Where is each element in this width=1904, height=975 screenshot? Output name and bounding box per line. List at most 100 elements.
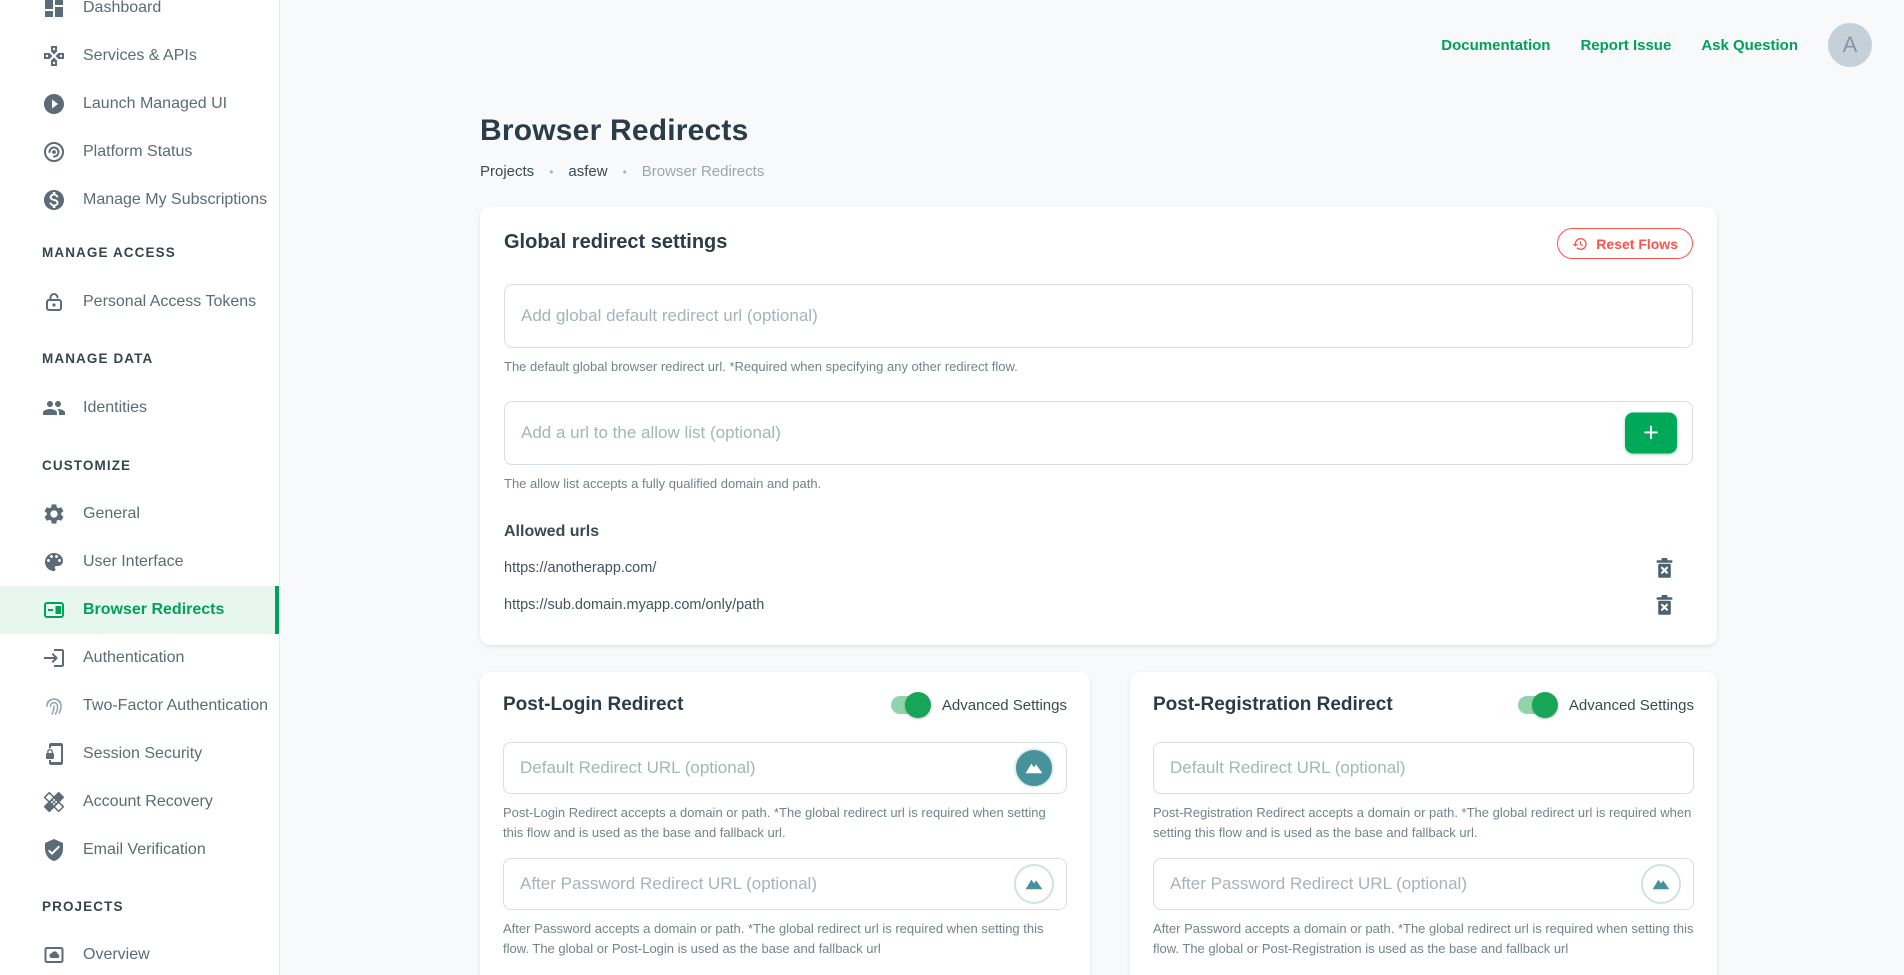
- flow-variable-mountain-icon[interactable]: [1641, 864, 1681, 904]
- global-default-redirect-url-input[interactable]: [504, 284, 1693, 348]
- people-icon: [42, 396, 66, 420]
- sidebar-item-label: Identities: [83, 399, 147, 417]
- post-registration-redirect-card: Post-Registration Redirect Advanced Sett…: [1130, 672, 1717, 975]
- services-apis-icon: [42, 44, 66, 68]
- sidebar-item-services-apis[interactable]: Services & APIs: [0, 32, 279, 80]
- browser-window-icon: [42, 598, 66, 622]
- avatar-letter: A: [1843, 32, 1858, 58]
- history-icon: [1572, 236, 1588, 252]
- sidebar-item-session-security[interactable]: Session Security: [0, 730, 279, 778]
- post-login-advanced-settings-toggle[interactable]: [891, 696, 929, 714]
- toggle-knob: [905, 692, 931, 718]
- allowed-url-row: https://sub.domain.myapp.com/only/path: [504, 595, 1693, 615]
- sidebar: Dashboard Services & APIs Launch Managed…: [0, 0, 280, 975]
- post-login-after-password-help: After Password accepts a domain or path.…: [503, 919, 1067, 958]
- gear-icon: [42, 502, 66, 526]
- lock-icon: [42, 290, 66, 314]
- healing-icon: [42, 790, 66, 814]
- sidebar-item-label: Services & APIs: [83, 47, 197, 65]
- avatar[interactable]: A: [1828, 23, 1872, 67]
- sidebar-item-platform-status[interactable]: Platform Status: [0, 128, 279, 176]
- login-arrow-icon: [42, 646, 66, 670]
- palette-icon: [42, 550, 66, 574]
- sidebar-item-manage-subscriptions[interactable]: Manage My Subscriptions: [0, 176, 279, 224]
- sidebar-item-label: Session Security: [83, 745, 202, 763]
- sidebar-item-identities[interactable]: Identities: [0, 384, 279, 432]
- platform-status-icon: [42, 140, 66, 164]
- main-content: Browser Redirects Projects • asfew • Bro…: [480, 0, 1717, 645]
- post-registration-after-password-redirect-url-input[interactable]: [1153, 858, 1694, 910]
- sidebar-item-label: Authentication: [83, 649, 184, 667]
- documentation-link[interactable]: Documentation: [1441, 37, 1550, 54]
- reset-flows-button[interactable]: Reset Flows: [1557, 228, 1693, 259]
- flow-variable-mountain-icon[interactable]: [1014, 748, 1054, 788]
- sidebar-item-launch-managed-ui[interactable]: Launch Managed UI: [0, 80, 279, 128]
- dashboard-icon: [42, 0, 66, 20]
- allow-list-help: The allow list accepts a fully qualified…: [504, 474, 1693, 494]
- breadcrumb-projects[interactable]: Projects: [480, 163, 534, 180]
- advanced-settings-label: Advanced Settings: [942, 697, 1067, 714]
- delete-url-icon[interactable]: [1656, 595, 1673, 615]
- ask-question-link[interactable]: Ask Question: [1701, 37, 1798, 54]
- sidebar-item-label: Dashboard: [83, 0, 161, 17]
- post-login-redirect-card: Post-Login Redirect Advanced Settings Po…: [480, 672, 1090, 975]
- sidebar-section-customize: CUSTOMIZE: [0, 455, 279, 475]
- global-redirect-settings-card: Global redirect settings Reset Flows The…: [480, 207, 1717, 645]
- sidebar-item-general[interactable]: General: [0, 490, 279, 538]
- sidebar-item-email-verification[interactable]: Email Verification: [0, 826, 279, 874]
- shield-check-icon: [42, 838, 66, 862]
- toggle-knob: [1532, 692, 1558, 718]
- sidebar-item-authentication[interactable]: Authentication: [0, 634, 279, 682]
- flow-variable-mountain-icon[interactable]: [1014, 864, 1054, 904]
- allowed-url-row: https://anotherapp.com/: [504, 558, 1693, 578]
- sidebar-item-two-factor-authentication[interactable]: Two-Factor Authentication: [0, 682, 279, 730]
- sidebar-section-projects: PROJECTS: [0, 896, 279, 916]
- sidebar-item-label: Manage My Subscriptions: [83, 191, 267, 209]
- sidebar-item-dashboard[interactable]: Dashboard: [0, 0, 279, 32]
- allow-list-url-input[interactable]: [504, 401, 1693, 465]
- post-registration-default-redirect-url-input[interactable]: [1153, 742, 1694, 794]
- top-header: Documentation Report Issue Ask Question …: [1441, 23, 1872, 67]
- sidebar-item-label: Two-Factor Authentication: [83, 697, 268, 715]
- sidebar-item-label: Browser Redirects: [83, 601, 224, 619]
- global-card-title: Global redirect settings: [504, 231, 1693, 254]
- sidebar-section-manage-data: MANAGE DATA: [0, 348, 279, 368]
- post-registration-card-title: Post-Registration Redirect: [1153, 694, 1393, 716]
- post-login-default-redirect-url-input[interactable]: [503, 742, 1067, 794]
- breadcrumb: Projects • asfew • Browser Redirects: [480, 163, 1717, 180]
- post-login-default-help: Post-Login Redirect accepts a domain or …: [503, 803, 1067, 842]
- post-registration-default-help: Post-Registration Redirect accepts a dom…: [1153, 803, 1694, 842]
- global-default-url-help: The default global browser redirect url.…: [504, 357, 1693, 377]
- device-lock-icon: [42, 742, 66, 766]
- sidebar-item-user-interface[interactable]: User Interface: [0, 538, 279, 586]
- breadcrumb-separator: •: [549, 165, 553, 179]
- cloud-image-icon: [42, 943, 66, 967]
- post-registration-advanced-settings-toggle[interactable]: [1518, 696, 1556, 714]
- fingerprint-icon: [42, 694, 66, 718]
- add-url-button[interactable]: +: [1625, 412, 1677, 453]
- sidebar-item-label: Email Verification: [83, 841, 206, 859]
- sidebar-item-label: Personal Access Tokens: [83, 293, 256, 311]
- sidebar-item-label: Platform Status: [83, 143, 192, 161]
- sidebar-item-overview[interactable]: Overview: [0, 931, 279, 975]
- sidebar-item-label: General: [83, 505, 140, 523]
- play-circle-icon: [42, 92, 66, 116]
- post-registration-after-password-help: After Password accepts a domain or path.…: [1153, 919, 1694, 958]
- advanced-settings-label: Advanced Settings: [1569, 697, 1694, 714]
- report-issue-link[interactable]: Report Issue: [1580, 37, 1671, 54]
- sidebar-section-manage-access: MANAGE ACCESS: [0, 242, 279, 262]
- sidebar-item-account-recovery[interactable]: Account Recovery: [0, 778, 279, 826]
- breadcrumb-project-name[interactable]: asfew: [568, 163, 607, 180]
- breadcrumb-separator: •: [623, 165, 627, 179]
- allowed-url-text: https://anotherapp.com/: [504, 560, 656, 576]
- plus-icon: +: [1643, 419, 1659, 446]
- sidebar-item-label: Account Recovery: [83, 793, 213, 811]
- sidebar-item-label: Launch Managed UI: [83, 95, 227, 113]
- sidebar-item-browser-redirects[interactable]: Browser Redirects: [0, 586, 279, 634]
- sidebar-item-personal-access-tokens[interactable]: Personal Access Tokens: [0, 278, 279, 326]
- delete-url-icon[interactable]: [1656, 558, 1673, 578]
- post-login-card-title: Post-Login Redirect: [503, 694, 684, 716]
- breadcrumb-current: Browser Redirects: [642, 163, 765, 180]
- sidebar-item-label: Overview: [83, 946, 150, 964]
- post-login-after-password-redirect-url-input[interactable]: [503, 858, 1067, 910]
